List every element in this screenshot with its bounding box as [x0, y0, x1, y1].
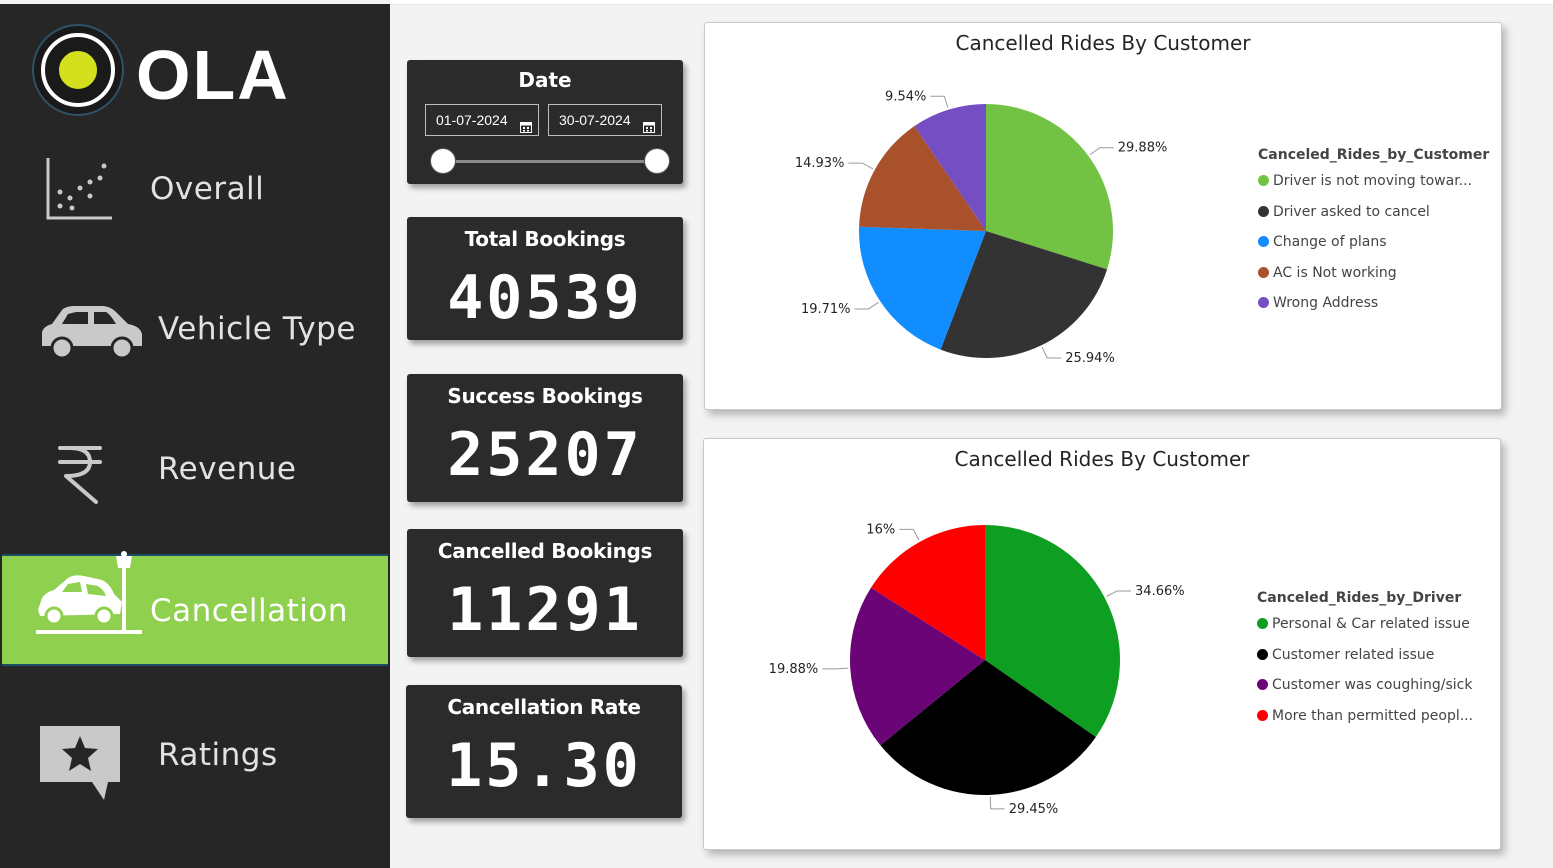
data-label-leader: [930, 95, 949, 108]
legend-marker: [1257, 679, 1268, 690]
data-label: 19.88%: [769, 662, 819, 677]
nav-label-vehicle-type: Vehicle Type: [158, 311, 356, 347]
car-icon: [36, 304, 146, 365]
data-label-leader: [822, 667, 849, 670]
chart-panel-customer[interactable]: Cancelled Rides By Customer 29.88% 25.94%…: [704, 22, 1502, 410]
kpi-value: 11291: [447, 575, 643, 645]
data-label: 29.45%: [1009, 802, 1059, 817]
data-label: 29.88%: [1118, 141, 1168, 156]
legend-label: Change of plans: [1273, 234, 1387, 250]
legend-item[interactable]: Driver is not moving towar...: [1258, 173, 1472, 189]
kpi-card-success-bookings: Success Bookings 25207: [407, 374, 683, 502]
legend-marker: [1258, 236, 1269, 247]
sidebar: OLA Overall Vehicle Type Revenue Cancell…: [0, 4, 390, 868]
legend-label: Wrong Address: [1273, 295, 1379, 311]
legend-label: More than permitted peopl...: [1272, 707, 1474, 724]
kpi-title: Success Bookings: [447, 384, 643, 408]
data-label: 34.66%: [1135, 584, 1185, 599]
data-label-leader: [989, 796, 1005, 810]
brand-name: OLA: [136, 36, 290, 114]
legend-marker: [1258, 297, 1269, 308]
legend-label: Customer was coughing/sick: [1272, 677, 1473, 693]
legend-item[interactable]: Driver asked to cancel: [1258, 204, 1430, 220]
date-range-start-handle[interactable]: [430, 148, 456, 174]
legend-item[interactable]: AC is Not working: [1258, 265, 1397, 281]
nav-label-revenue: Revenue: [158, 451, 297, 487]
legend-marker: [1257, 709, 1268, 721]
start-date-input[interactable]: 01-07-2024: [425, 104, 539, 136]
rupee-icon: [56, 442, 104, 509]
kpi-title: Cancellation Rate: [447, 695, 641, 719]
nav-item-revenue[interactable]: Revenue: [0, 414, 390, 522]
legend-item[interactable]: Change of plans: [1258, 234, 1387, 250]
kpi-value: 40539: [447, 263, 643, 333]
legend-label: Customer related issue: [1272, 646, 1435, 663]
top-bar: [390, 0, 1553, 5]
legend-marker: [1258, 175, 1269, 186]
legend-item[interactable]: Customer related issue: [1257, 647, 1434, 663]
legend-label: Personal & Car related issue: [1272, 616, 1470, 632]
legend-label: AC is Not working: [1273, 264, 1397, 281]
data-label: 25.94%: [1065, 351, 1115, 366]
nav-label-overall: Overall: [150, 171, 265, 207]
star-chat-icon: [38, 724, 122, 809]
kpi-card-total-bookings: Total Bookings 40539: [407, 217, 683, 340]
nav-item-ratings[interactable]: Ratings: [0, 704, 390, 812]
nav-item-cancellation[interactable]: Cancellation: [2, 551, 388, 666]
legend-marker: [1258, 266, 1269, 278]
nav-label-cancellation: Cancellation: [150, 593, 349, 629]
kpi-card-cancelled-bookings: Cancelled Bookings 11291: [407, 529, 683, 657]
kpi-value: 25207: [447, 420, 643, 490]
data-label: 9.54%: [885, 89, 926, 104]
ola-logo: OLA: [32, 24, 312, 116]
data-label-leader: [899, 528, 920, 541]
nav-label-ratings: Ratings: [158, 737, 278, 773]
pie-chart-driver[interactable]: 34.66% 29.45% 19.88% 16%: [704, 439, 1500, 849]
date-range-slider-track[interactable]: [443, 160, 657, 163]
legend-label: Driver asked to cancel: [1273, 203, 1430, 220]
data-label: 16%: [866, 522, 895, 537]
data-label-leader: [1106, 590, 1132, 597]
legend-item[interactable]: Customer was coughing/sick: [1257, 677, 1472, 693]
start-date-value: 01-07-2024: [436, 112, 508, 128]
end-date-input[interactable]: 30-07-2024: [548, 104, 662, 136]
data-label-leader: [1089, 147, 1114, 156]
legend-marker: [1257, 618, 1268, 629]
legend-item[interactable]: Wrong Address: [1258, 295, 1378, 311]
date-range-end-handle[interactable]: [644, 148, 670, 174]
legend-label: Driver is not moving towar...: [1273, 173, 1473, 189]
legend-title: Canceled_Rides_by_Driver: [1257, 590, 1462, 606]
data-label-leader: [848, 162, 874, 170]
legend-title: Canceled_Rides_by_Customer: [1258, 147, 1490, 163]
date-filter-title: Date: [518, 68, 572, 92]
calendar-icon[interactable]: [520, 113, 532, 133]
data-label-leader: [854, 301, 879, 310]
legend-item[interactable]: Personal & Car related issue: [1257, 616, 1470, 632]
legend-marker: [1257, 648, 1268, 660]
scatter-chart-icon: [44, 156, 114, 227]
car-crash-icon: [32, 550, 148, 645]
date-filter-card: Date 01-07-2024 30-07-2024: [407, 60, 683, 184]
calendar-icon[interactable]: [643, 113, 655, 133]
nav-item-vehicle-type[interactable]: Vehicle Type: [0, 274, 390, 382]
nav-item-overall[interactable]: Overall: [0, 134, 390, 242]
chart-panel-driver[interactable]: Cancelled Rides By Customer 34.66% 29.45%…: [703, 438, 1501, 850]
legend-item[interactable]: More than permitted peopl...: [1257, 708, 1473, 724]
legend-marker: [1258, 205, 1269, 217]
data-label: 19.71%: [801, 302, 851, 317]
kpi-title: Cancelled Bookings: [437, 539, 653, 563]
end-date-value: 30-07-2024: [559, 112, 631, 128]
kpi-value: 15.30: [446, 731, 642, 801]
kpi-card-cancellation-rate: Cancellation Rate 15.30: [406, 685, 682, 818]
kpi-title: Total Bookings: [464, 227, 626, 251]
data-label: 14.93%: [795, 156, 845, 171]
data-label-leader: [1041, 346, 1062, 359]
